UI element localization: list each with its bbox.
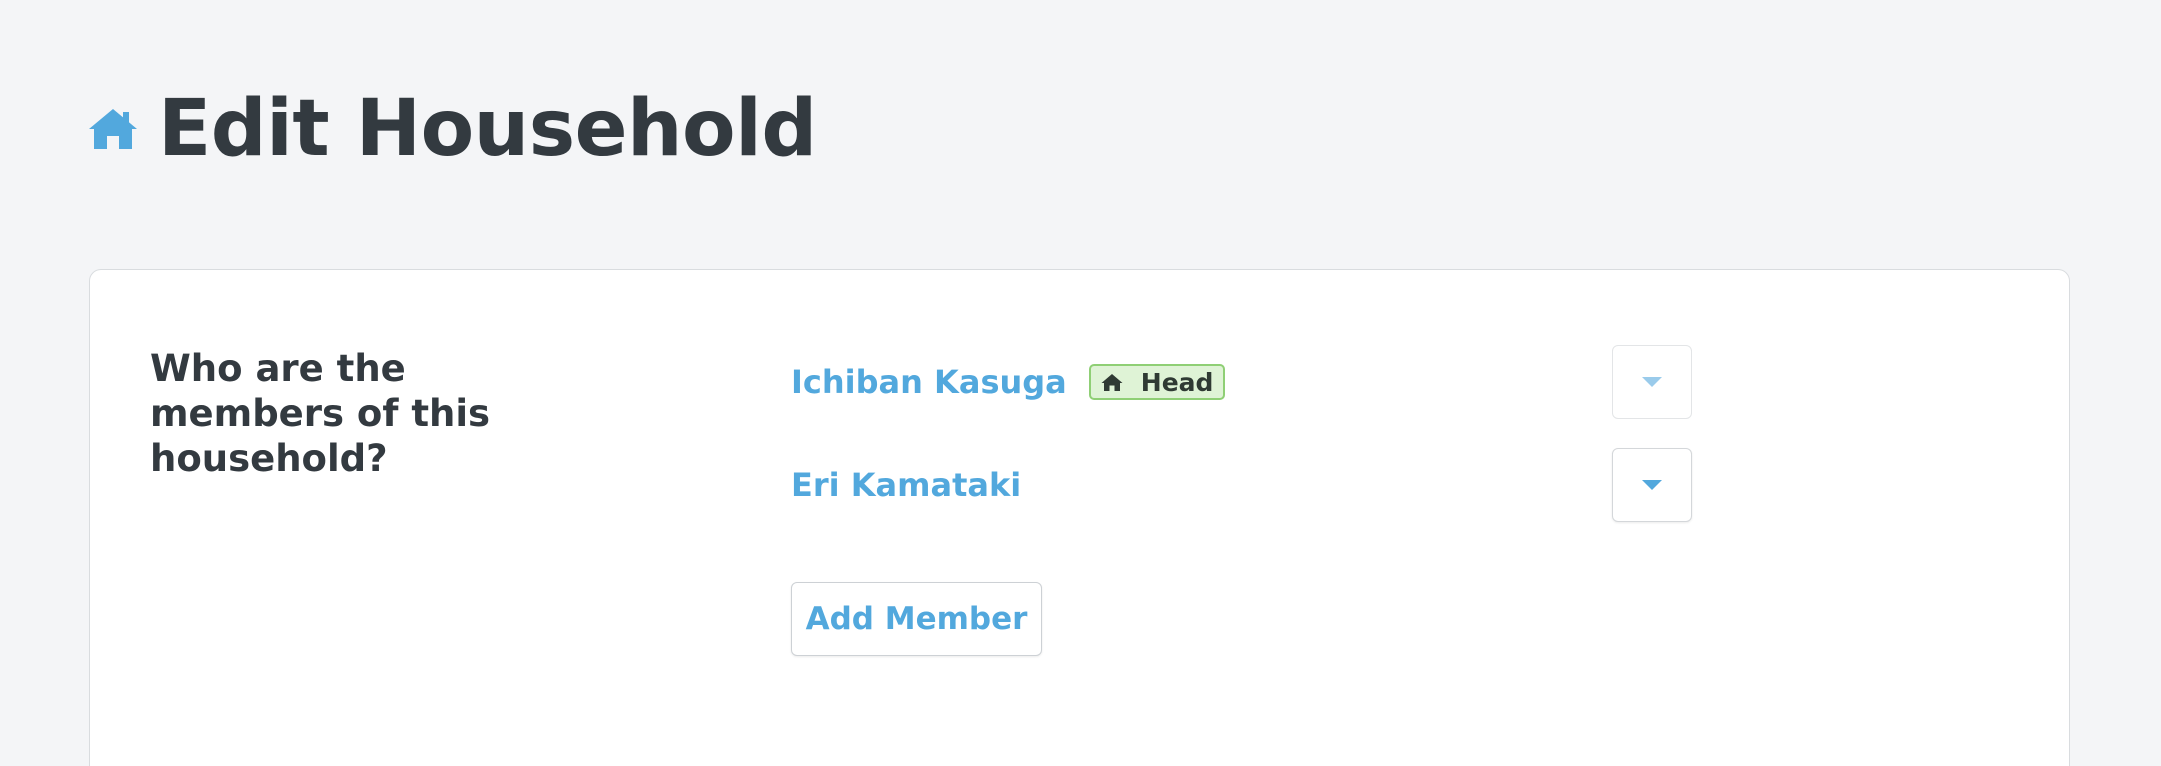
member-name-link[interactable]: Eri Kamataki <box>791 466 1021 504</box>
household-card: Who are the members of this household? I… <box>89 269 2070 766</box>
member-options-dropdown-button[interactable] <box>1612 345 1692 419</box>
home-icon <box>88 104 138 154</box>
member-options-dropdown-button[interactable] <box>1612 448 1692 522</box>
members-question: Who are the members of this household? <box>150 347 491 480</box>
home-icon <box>1101 372 1123 392</box>
page-title: Edit Household <box>158 84 817 174</box>
member-name-link[interactable]: Ichiban Kasuga <box>791 363 1067 401</box>
head-badge: Head <box>1088 364 1226 400</box>
add-member-label: Add Member <box>805 601 1028 637</box>
caret-down-icon <box>1642 377 1662 387</box>
page-header: Edit Household <box>88 90 817 168</box>
badge-label: Head <box>1140 367 1214 397</box>
member-row: Eri Kamataki <box>791 448 1021 522</box>
caret-down-icon <box>1642 480 1662 490</box>
add-member-button[interactable]: Add Member <box>791 582 1042 656</box>
page: Edit Household Who are the members of th… <box>0 0 2161 766</box>
member-row: Ichiban Kasuga Head <box>791 345 1226 419</box>
